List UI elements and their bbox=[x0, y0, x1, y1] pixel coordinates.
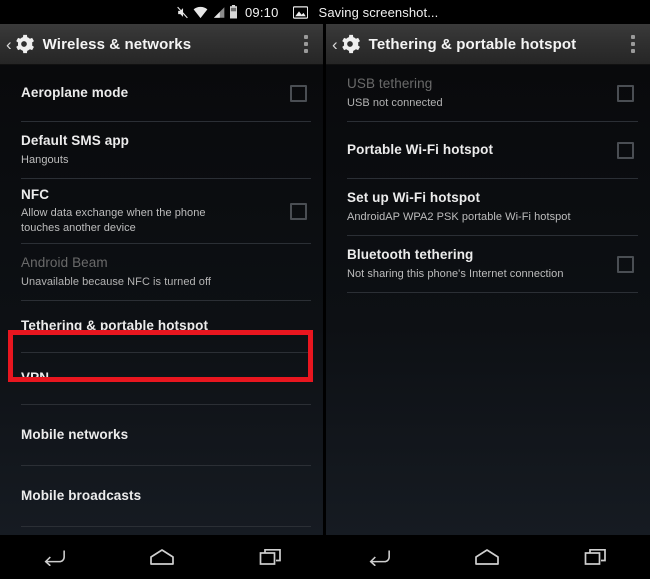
row-title: Tethering & portable hotspot bbox=[21, 318, 209, 334]
overflow-menu-icon[interactable] bbox=[620, 24, 646, 64]
list-item-set-up-wifi-hotspot[interactable]: Set up Wi-Fi hotspot AndroidAP WPA2 PSK … bbox=[326, 179, 650, 235]
aeroplane-mode-checkbox[interactable] bbox=[290, 84, 307, 102]
row-subtitle: Allow data exchange when the phone touch… bbox=[21, 207, 206, 235]
row-title: Bluetooth tethering bbox=[347, 247, 474, 263]
row-texts: Set up Wi-Fi hotspot AndroidAP WPA2 PSK … bbox=[347, 182, 634, 231]
recents-icon[interactable] bbox=[248, 542, 294, 572]
back-chevron-icon[interactable]: ‹ bbox=[0, 36, 13, 53]
overflow-menu-icon[interactable] bbox=[293, 24, 319, 64]
cellular-signal-icon bbox=[212, 6, 225, 19]
list-item-mobile-broadcasts[interactable]: Mobile broadcasts bbox=[0, 466, 323, 526]
left-page-title: Wireless & networks bbox=[42, 35, 192, 53]
row-title: Mobile networks bbox=[21, 426, 129, 442]
nfc-checkbox[interactable] bbox=[290, 202, 307, 220]
list-item-aeroplane-mode[interactable]: Aeroplane mode bbox=[0, 65, 323, 121]
settings-gear-icon bbox=[339, 33, 361, 55]
navigation-bars bbox=[0, 535, 650, 579]
row-title: Portable Wi-Fi hotspot bbox=[347, 141, 494, 157]
bluetooth-tethering-checkbox[interactable] bbox=[617, 255, 634, 273]
row-texts: Portable Wi-Fi hotspot bbox=[347, 134, 607, 166]
row-title: VPN bbox=[21, 370, 50, 386]
row-texts: Mobile networks bbox=[21, 419, 307, 451]
row-texts: Tethering & portable hotspot bbox=[21, 310, 307, 342]
row-title: Mobile broadcasts bbox=[21, 487, 142, 503]
row-texts: NFC Allow data exchange when the phone t… bbox=[21, 179, 280, 243]
row-title: USB tethering bbox=[347, 76, 433, 92]
list-item-bluetooth-tethering[interactable]: Bluetooth tethering Not sharing this pho… bbox=[326, 236, 650, 292]
mute-icon bbox=[176, 6, 189, 19]
right-page-title: Tethering & portable hotspot bbox=[368, 35, 577, 53]
divider bbox=[347, 292, 638, 293]
list-item-android-beam: Android Beam Unavailable because NFC is … bbox=[0, 244, 323, 300]
row-title: NFC bbox=[21, 187, 50, 203]
list-item-nfc[interactable]: NFC Allow data exchange when the phone t… bbox=[0, 179, 323, 243]
left-action-bar: ‹ Wireless & networks bbox=[0, 24, 323, 65]
back-icon[interactable] bbox=[31, 542, 77, 572]
right-navigation-bar bbox=[325, 535, 650, 579]
row-subtitle: Not sharing this phone's Internet connec… bbox=[347, 267, 564, 280]
portable-wifi-hotspot-checkbox[interactable] bbox=[617, 141, 634, 159]
status-bar: 09:10 Saving screenshot... bbox=[0, 0, 650, 24]
list-item-default-sms-app[interactable]: Default SMS app Hangouts bbox=[0, 122, 323, 178]
left-settings-list[interactable]: Aeroplane mode Default SMS app Hangouts … bbox=[0, 65, 323, 535]
row-title: Set up Wi-Fi hotspot bbox=[347, 190, 481, 206]
panels-container: ‹ Wireless & networks Aeroplane mode Def… bbox=[0, 24, 650, 535]
row-texts: USB tethering USB not connected bbox=[347, 68, 607, 117]
settings-gear-icon bbox=[13, 33, 35, 55]
row-title: Aeroplane mode bbox=[21, 84, 129, 100]
screenshot-image-icon bbox=[292, 5, 308, 19]
battery-icon bbox=[229, 5, 238, 19]
status-notification-text: Saving screenshot... bbox=[318, 4, 439, 20]
row-title: Default SMS app bbox=[21, 133, 130, 149]
left-phone-panel: ‹ Wireless & networks Aeroplane mode Def… bbox=[0, 24, 325, 535]
back-icon[interactable] bbox=[356, 542, 402, 572]
home-icon[interactable] bbox=[464, 542, 510, 572]
row-subtitle: Unavailable because NFC is turned off bbox=[21, 275, 211, 288]
row-texts: VPN bbox=[21, 362, 307, 394]
wifi-icon bbox=[193, 6, 208, 19]
divider bbox=[21, 526, 311, 527]
phone-screenshot-composite: 09:10 Saving screenshot... ‹ Wireless & … bbox=[0, 0, 650, 579]
home-icon[interactable] bbox=[139, 542, 185, 572]
list-item-mobile-networks[interactable]: Mobile networks bbox=[0, 405, 323, 465]
list-item-vpn[interactable]: VPN bbox=[0, 353, 323, 404]
row-texts: Bluetooth tethering Not sharing this pho… bbox=[347, 239, 607, 288]
list-item-usb-tethering: USB tethering USB not connected bbox=[326, 65, 650, 121]
row-texts: Android Beam Unavailable because NFC is … bbox=[21, 247, 307, 296]
row-texts: Aeroplane mode bbox=[21, 77, 280, 109]
row-title: Android Beam bbox=[21, 255, 108, 271]
list-item-tethering-portable-hotspot[interactable]: Tethering & portable hotspot bbox=[0, 301, 323, 352]
status-clock: 09:10 bbox=[245, 4, 279, 20]
usb-tethering-checkbox bbox=[617, 84, 634, 102]
recents-icon[interactable] bbox=[573, 542, 619, 572]
row-texts: Default SMS app Hangouts bbox=[21, 125, 307, 174]
right-action-bar: ‹ Tethering & portable hotspot bbox=[326, 24, 650, 65]
row-subtitle: USB not connected bbox=[347, 96, 443, 109]
row-subtitle: AndroidAP WPA2 PSK portable Wi-Fi hotspo… bbox=[347, 210, 571, 223]
list-item-portable-wifi-hotspot[interactable]: Portable Wi-Fi hotspot bbox=[326, 122, 650, 178]
left-navigation-bar bbox=[0, 535, 325, 579]
right-settings-list[interactable]: USB tethering USB not connected Portable… bbox=[326, 65, 650, 535]
back-chevron-icon[interactable]: ‹ bbox=[326, 36, 339, 53]
row-texts: Mobile broadcasts bbox=[21, 480, 307, 512]
row-subtitle: Hangouts bbox=[21, 153, 69, 166]
right-phone-panel: ‹ Tethering & portable hotspot USB tethe… bbox=[325, 24, 650, 535]
